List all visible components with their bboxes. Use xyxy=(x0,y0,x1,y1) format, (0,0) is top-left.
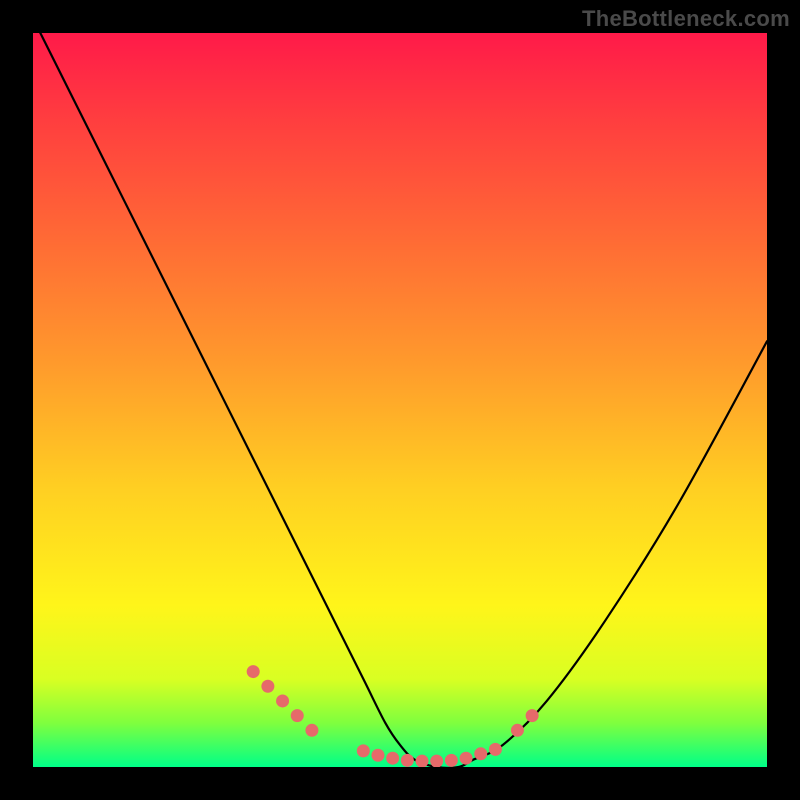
chart-frame: TheBottleneck.com xyxy=(0,0,800,800)
marker-dot xyxy=(445,754,458,767)
marker-dot xyxy=(474,747,487,760)
marker-dot xyxy=(261,680,274,693)
marker-dot xyxy=(305,724,318,737)
watermark-text: TheBottleneck.com xyxy=(582,6,790,32)
chart-svg xyxy=(33,33,767,767)
marker-dot xyxy=(247,665,260,678)
marker-dot xyxy=(460,752,473,765)
marker-dot xyxy=(371,749,384,762)
marker-dot xyxy=(511,724,524,737)
plot-area xyxy=(33,33,767,767)
bottleneck-curve xyxy=(33,33,767,767)
marker-dot xyxy=(276,694,289,707)
marker-dot xyxy=(430,755,443,767)
marker-dot xyxy=(291,709,304,722)
marker-dot xyxy=(526,709,539,722)
marker-dot xyxy=(357,744,370,757)
marker-dot xyxy=(386,752,399,765)
marker-dot xyxy=(489,743,502,756)
marker-dot xyxy=(401,754,414,767)
marker-dot xyxy=(416,755,429,767)
marker-group xyxy=(247,665,539,767)
